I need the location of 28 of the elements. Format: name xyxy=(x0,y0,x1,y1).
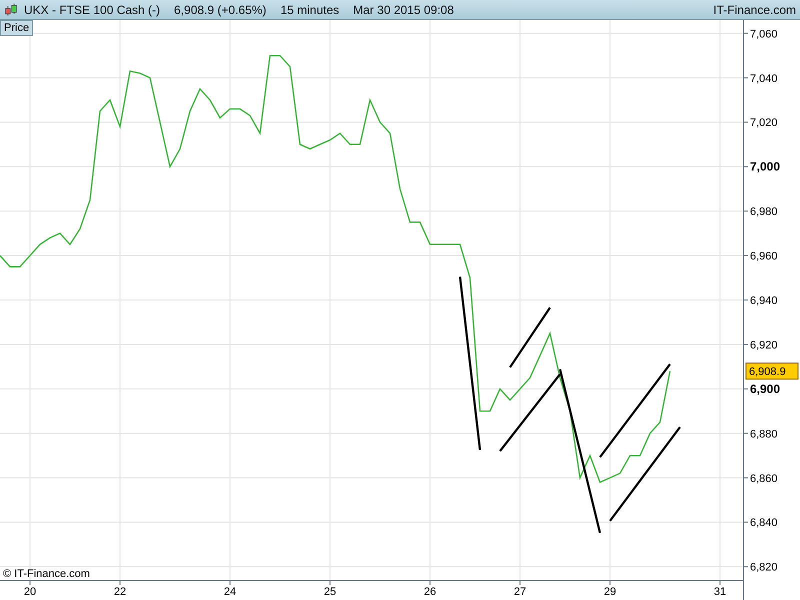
x-tick-label: 31 xyxy=(714,586,726,598)
symbol-title: UKX - FTSE 100 Cash (-) xyxy=(24,2,160,16)
copyright-text: © IT-Finance.com xyxy=(3,568,90,580)
interval-text: 15 minutes xyxy=(280,2,340,16)
x-tick-label: 29 xyxy=(604,586,616,598)
y-tick-label: 6,900 xyxy=(750,382,780,396)
x-tick-label: 27 xyxy=(514,586,526,598)
x-tick-label: 26 xyxy=(424,586,436,598)
datetime-text: Mar 30 2015 09:08 xyxy=(353,2,454,16)
y-tick-label: 6,820 xyxy=(750,562,778,574)
x-tick-label: 22 xyxy=(114,586,126,598)
y-tick-label: 6,920 xyxy=(750,339,778,352)
x-tick-label: 25 xyxy=(324,586,336,598)
y-tick-label: 6,960 xyxy=(750,250,778,263)
y-tick-label: 7,020 xyxy=(750,117,778,130)
y-tick-label: 6,980 xyxy=(750,206,778,218)
brand-text: IT-Finance.com xyxy=(713,2,796,16)
y-tick-label: 6,940 xyxy=(750,295,778,307)
y-tick-label: 6,860 xyxy=(750,472,778,485)
y-tick-label: 6,840 xyxy=(750,517,778,530)
x-tick-label: 20 xyxy=(24,586,36,598)
y-tick-label: 7,000 xyxy=(750,160,780,174)
x-tick-label: 24 xyxy=(224,586,236,598)
quote-text: 6,908.9 (+0.65%) xyxy=(174,2,266,16)
y-tick-label: 6,880 xyxy=(750,428,778,440)
last-price-text: 6,908.9 xyxy=(749,366,786,378)
y-tick-label: 7,060 xyxy=(750,28,778,40)
y-tick-label: 7,040 xyxy=(750,72,778,85)
